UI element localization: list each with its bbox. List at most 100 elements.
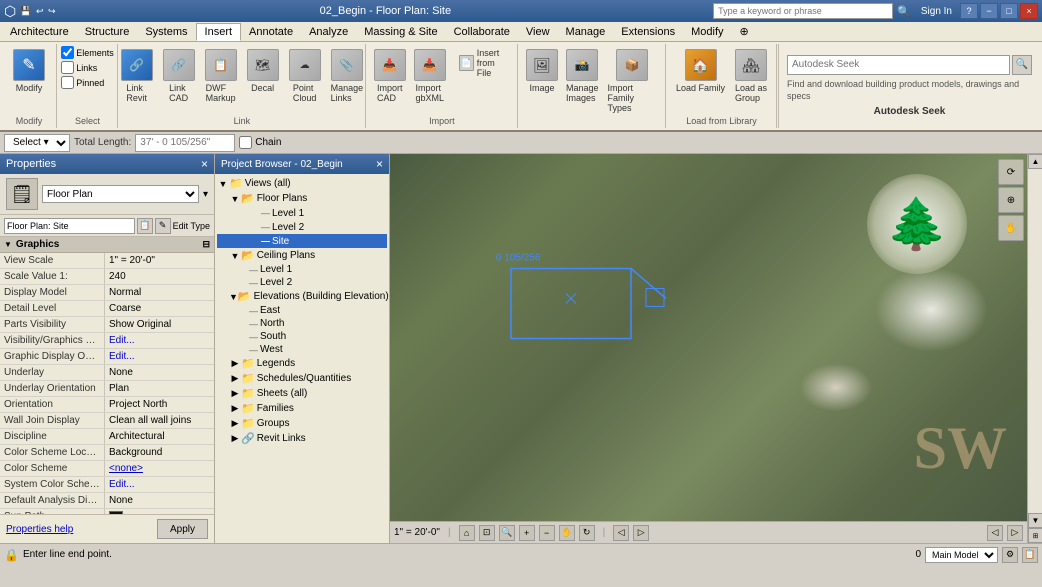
minimize-btn[interactable]: −: [980, 3, 998, 19]
right-scrollbar[interactable]: ▲ ▼ ⊞: [1027, 154, 1042, 543]
tree-item-views-all[interactable]: ▼ 📁 Views (all): [217, 176, 387, 191]
tree-item-east[interactable]: — East: [217, 304, 387, 317]
point-cloud-btn[interactable]: ☁ PointCloud: [285, 46, 325, 106]
chain-checkbox[interactable]: [239, 136, 252, 149]
select-elements-check[interactable]: [61, 46, 74, 59]
menu-structure[interactable]: Structure: [77, 24, 138, 40]
status-icon-2[interactable]: 📋: [1022, 547, 1038, 563]
modify-btn[interactable]: ✎ Modify: [9, 46, 49, 96]
maximize-btn[interactable]: □: [1000, 3, 1018, 19]
menu-add[interactable]: ⊕: [732, 23, 757, 40]
seek-search-button[interactable]: 🔍: [1012, 55, 1032, 75]
seek-search-input[interactable]: [787, 55, 1010, 75]
load-as-group-btn[interactable]: 🏘 Load asGroup: [731, 46, 771, 106]
undo-btn[interactable]: ↩: [36, 6, 44, 16]
status-icon-1[interactable]: ⚙: [1002, 547, 1018, 563]
zoom-out-btn[interactable]: −: [539, 525, 555, 541]
prop-value-display-model[interactable]: Normal: [105, 285, 214, 300]
tree-item-families[interactable]: ▶ 📁 Families: [217, 401, 387, 416]
elevations-toggle[interactable]: ▼: [229, 291, 238, 303]
link-cad-btn[interactable]: 🔗 LinkCAD: [159, 46, 199, 106]
scroll-track[interactable]: [1028, 169, 1042, 513]
sign-in-btn[interactable]: Sign In: [921, 6, 952, 17]
prop-value-scale-value[interactable]: 240: [105, 269, 214, 284]
menu-collaborate[interactable]: Collaborate: [446, 24, 518, 40]
prop-value-underlay[interactable]: None: [105, 365, 214, 380]
browser-close-btn[interactable]: ×: [376, 157, 383, 171]
tree-item-ceiling-l2[interactable]: — Level 2: [217, 276, 387, 289]
menu-extensions[interactable]: Extensions: [613, 24, 683, 40]
zoom-fit-btn[interactable]: ⊡: [479, 525, 495, 541]
import-gbxml-btn[interactable]: 📥 ImportgbXML: [411, 46, 449, 106]
import-cad-btn[interactable]: 📥 ImportCAD: [371, 46, 409, 106]
manage-links-btn[interactable]: 📎 ManageLinks: [327, 46, 368, 106]
tree-item-level1[interactable]: — Level 1: [217, 206, 387, 220]
import-family-types-btn[interactable]: 📦 ImportFamily Types: [604, 46, 662, 116]
image-btn[interactable]: 🖼 Image: [523, 46, 561, 96]
nav-zoom-btn[interactable]: ⊕: [998, 187, 1024, 213]
tree-item-level2[interactable]: — Level 2: [217, 220, 387, 234]
next-view-btn[interactable]: ▷: [633, 525, 649, 541]
prop-value-system-color[interactable]: Edit...: [105, 477, 214, 492]
zoom-in-btn[interactable]: +: [519, 525, 535, 541]
graphics-section-header[interactable]: ▼ Graphics ⊟: [0, 237, 214, 253]
select-pinned-check[interactable]: [61, 76, 74, 89]
properties-help-link[interactable]: Properties help: [6, 524, 73, 535]
rotate-btn[interactable]: ↻: [579, 525, 595, 541]
floor-plan-site-input[interactable]: [4, 218, 135, 234]
groups-toggle[interactable]: ▶: [229, 418, 241, 430]
prop-value-default-analysis[interactable]: None: [105, 493, 214, 508]
sheets-toggle[interactable]: ▶: [229, 388, 241, 400]
tree-item-south[interactable]: — South: [217, 330, 387, 343]
select-links-check[interactable]: [61, 61, 74, 74]
prop-value-detail-level[interactable]: Coarse: [105, 301, 214, 316]
help-btn[interactable]: ?: [960, 3, 978, 19]
title-search-input[interactable]: [713, 3, 893, 19]
load-family-btn[interactable]: 🏠 Load Family: [672, 46, 729, 96]
menu-insert[interactable]: Insert: [196, 23, 242, 41]
prop-value-graphic-display[interactable]: Edit...: [105, 349, 214, 364]
menu-manage[interactable]: Manage: [558, 24, 614, 40]
title-search-btn[interactable]: 🔍: [897, 5, 911, 18]
prop-value-underlay-orientation[interactable]: Plan: [105, 381, 214, 396]
tree-item-sheets-all[interactable]: ▶ 📁 Sheets (all): [217, 386, 387, 401]
tree-item-west[interactable]: — West: [217, 343, 387, 356]
schedules-toggle[interactable]: ▶: [229, 373, 241, 385]
select-dropdown[interactable]: Select ▾: [4, 134, 70, 152]
views-all-toggle[interactable]: ▼: [217, 178, 229, 190]
prop-value-parts-visibility[interactable]: Show Original: [105, 317, 214, 332]
expand-all-icon[interactable]: ⊟: [202, 239, 210, 250]
decal-btn[interactable]: 🗺 Decal: [243, 46, 283, 96]
model-dropdown[interactable]: Main Model: [925, 547, 998, 563]
prop-value-orientation[interactable]: Project North: [105, 397, 214, 412]
apply-button[interactable]: Apply: [157, 519, 208, 539]
prop-value-view-scale[interactable]: 1" = 20'-0": [105, 253, 214, 268]
prop-value-discipline[interactable]: Architectural: [105, 429, 214, 444]
menu-view[interactable]: View: [518, 24, 558, 40]
resize-handle[interactable]: ⊞: [1028, 528, 1042, 543]
dwf-markup-btn[interactable]: 📋 DWFMarkup: [201, 46, 241, 106]
home-btn[interactable]: ⌂: [459, 525, 475, 541]
link-revit-btn[interactable]: 🔗 LinkRevit: [117, 46, 157, 106]
tree-item-elevations[interactable]: ▼ 📂 Elevations (Building Elevation): [217, 289, 387, 304]
tree-item-north[interactable]: — North: [217, 317, 387, 330]
tree-item-schedules[interactable]: ▶ 📁 Schedules/Quantities: [217, 371, 387, 386]
tree-item-site[interactable]: — Site: [217, 234, 387, 248]
filter-btn-1[interactable]: 📋: [137, 218, 153, 234]
tree-item-floor-plans[interactable]: ▼ 📂 Floor Plans: [217, 191, 387, 206]
nav-pan-btn[interactable]: ✋: [998, 215, 1024, 241]
manage-images-btn[interactable]: 📸 ManageImages: [563, 46, 601, 106]
view-name-dropdown[interactable]: Floor Plan: [42, 185, 199, 203]
close-btn[interactable]: ×: [1020, 3, 1038, 19]
tree-item-ceiling-l1[interactable]: — Level 1: [217, 263, 387, 276]
scroll-left-btn[interactable]: ◁: [987, 525, 1003, 541]
previous-view-btn[interactable]: ◁: [613, 525, 629, 541]
legends-toggle[interactable]: ▶: [229, 358, 241, 370]
insert-from-file-btn[interactable]: 📄 Insertfrom File: [455, 46, 513, 80]
scroll-down-btn[interactable]: ▼: [1028, 513, 1042, 528]
tree-item-groups[interactable]: ▶ 📁 Groups: [217, 416, 387, 431]
menu-architecture[interactable]: Architecture: [2, 24, 77, 40]
save-btn[interactable]: 💾: [20, 6, 31, 16]
prop-value-color-scheme-location[interactable]: Background: [105, 445, 214, 460]
filter-btn-2[interactable]: ✎: [155, 218, 171, 234]
